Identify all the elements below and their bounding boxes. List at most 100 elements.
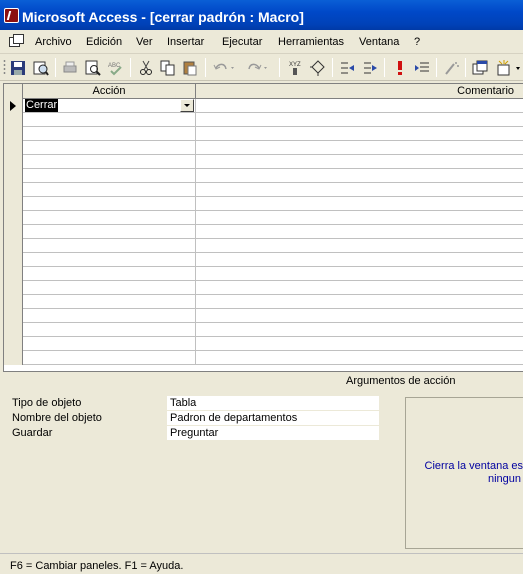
row-selector[interactable] xyxy=(4,197,23,211)
table-row[interactable] xyxy=(4,169,523,183)
column-header-comentario[interactable]: Comentario xyxy=(196,84,523,99)
action-cell[interactable] xyxy=(23,323,196,337)
action-cell[interactable] xyxy=(23,225,196,239)
single-step-icon[interactable] xyxy=(412,58,432,77)
menu-ventana[interactable]: Ventana xyxy=(359,36,399,48)
comment-cell[interactable] xyxy=(196,155,523,169)
undo-icon[interactable] xyxy=(211,58,239,77)
grid-corner[interactable] xyxy=(4,84,23,99)
new-object-icon[interactable] xyxy=(494,58,523,77)
action-cell[interactable]: Cerrar xyxy=(23,99,196,113)
table-row[interactable] xyxy=(4,239,523,253)
macro-names-icon[interactable]: XYZ xyxy=(285,58,305,77)
table-row[interactable] xyxy=(4,267,523,281)
table-row[interactable] xyxy=(4,323,523,337)
row-selector[interactable] xyxy=(4,309,23,323)
cut-icon[interactable] xyxy=(136,58,156,77)
comment-cell[interactable] xyxy=(196,309,523,323)
menu-help[interactable]: ? xyxy=(414,36,420,48)
copy-icon[interactable] xyxy=(158,58,178,77)
action-cell[interactable] xyxy=(23,337,196,351)
row-selector[interactable] xyxy=(4,169,23,183)
row-selector[interactable] xyxy=(4,211,23,225)
table-row[interactable] xyxy=(4,337,523,351)
comment-cell[interactable] xyxy=(196,197,523,211)
menu-insertar[interactable]: Insertar xyxy=(167,36,204,48)
print-preview-icon[interactable] xyxy=(83,58,103,77)
menu-archivo[interactable]: Archivo xyxy=(35,36,72,48)
row-selector[interactable] xyxy=(4,113,23,127)
row-selector[interactable] xyxy=(4,351,23,365)
action-cell[interactable] xyxy=(23,155,196,169)
arg-value-tipo-objeto[interactable]: Tabla xyxy=(167,396,379,410)
comment-cell[interactable] xyxy=(196,323,523,337)
row-selector[interactable] xyxy=(4,99,23,113)
action-cell[interactable] xyxy=(23,239,196,253)
row-selector[interactable] xyxy=(4,225,23,239)
table-row[interactable] xyxy=(4,309,523,323)
row-selector[interactable] xyxy=(4,323,23,337)
row-selector[interactable] xyxy=(4,267,23,281)
conditions-icon[interactable] xyxy=(308,58,328,77)
comment-cell[interactable] xyxy=(196,113,523,127)
row-selector[interactable] xyxy=(4,239,23,253)
document-window-icon[interactable] xyxy=(9,34,25,48)
table-row[interactable] xyxy=(4,351,523,365)
access-app-icon[interactable] xyxy=(4,8,19,23)
menu-herramientas[interactable]: Herramientas xyxy=(278,36,344,48)
table-row[interactable] xyxy=(4,281,523,295)
comment-cell[interactable] xyxy=(196,225,523,239)
row-selector[interactable] xyxy=(4,127,23,141)
print-preview-design-icon[interactable] xyxy=(31,58,51,77)
action-cell[interactable] xyxy=(23,351,196,365)
action-cell[interactable] xyxy=(23,281,196,295)
row-selector[interactable] xyxy=(4,141,23,155)
arg-value-nombre-objeto[interactable]: Padron de departamentos xyxy=(167,411,379,425)
action-cell[interactable] xyxy=(23,169,196,183)
table-row[interactable] xyxy=(4,155,523,169)
column-header-accion[interactable]: Acción xyxy=(23,84,196,99)
comment-cell[interactable] xyxy=(196,211,523,225)
delete-rows-icon[interactable] xyxy=(360,58,380,77)
row-selector[interactable] xyxy=(4,183,23,197)
insert-rows-icon[interactable] xyxy=(337,58,357,77)
table-row[interactable] xyxy=(4,225,523,239)
menu-ver[interactable]: Ver xyxy=(136,36,153,48)
table-row[interactable] xyxy=(4,141,523,155)
action-cell[interactable] xyxy=(23,267,196,281)
table-row[interactable] xyxy=(4,295,523,309)
action-cell[interactable] xyxy=(23,309,196,323)
table-row[interactable] xyxy=(4,211,523,225)
row-selector[interactable] xyxy=(4,281,23,295)
spelling-icon[interactable]: ABC xyxy=(106,58,126,77)
comment-cell[interactable] xyxy=(196,281,523,295)
toolbar-grip[interactable] xyxy=(3,59,6,76)
run-icon[interactable] xyxy=(390,58,410,77)
action-cell[interactable] xyxy=(23,113,196,127)
row-selector[interactable] xyxy=(4,155,23,169)
action-cell[interactable] xyxy=(23,211,196,225)
comment-cell[interactable] xyxy=(196,295,523,309)
comment-cell[interactable] xyxy=(196,267,523,281)
table-row[interactable]: Cerrar xyxy=(4,99,523,113)
table-row[interactable] xyxy=(4,113,523,127)
menu-edicion[interactable]: Edición xyxy=(86,36,122,48)
action-cell[interactable] xyxy=(23,127,196,141)
comment-cell[interactable] xyxy=(196,99,523,113)
action-cell[interactable] xyxy=(23,253,196,267)
action-cell[interactable] xyxy=(23,183,196,197)
row-selector[interactable] xyxy=(4,337,23,351)
row-selector[interactable] xyxy=(4,295,23,309)
table-row[interactable] xyxy=(4,183,523,197)
table-row[interactable] xyxy=(4,127,523,141)
comment-cell[interactable] xyxy=(196,253,523,267)
action-cell[interactable] xyxy=(23,141,196,155)
comment-cell[interactable] xyxy=(196,351,523,365)
action-value[interactable]: Cerrar xyxy=(25,99,59,112)
table-row[interactable] xyxy=(4,253,523,267)
action-dropdown-button[interactable] xyxy=(180,99,194,112)
comment-cell[interactable] xyxy=(196,183,523,197)
comment-cell[interactable] xyxy=(196,141,523,155)
database-window-icon[interactable] xyxy=(470,58,490,77)
comment-cell[interactable] xyxy=(196,127,523,141)
